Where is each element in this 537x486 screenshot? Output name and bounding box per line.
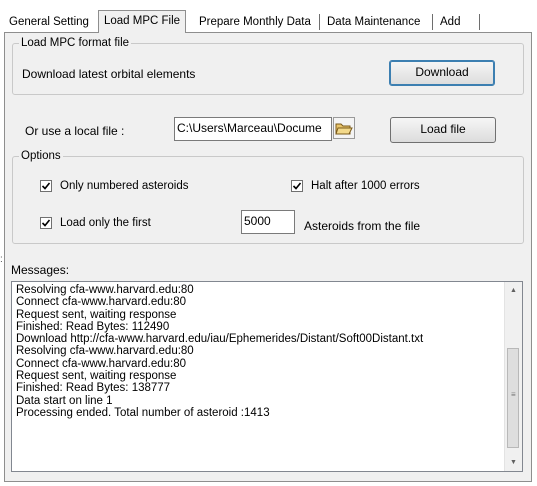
checkbox-box[interactable] (291, 180, 303, 192)
tab-strip: General Setting Load MPC File Prepare Mo… (4, 10, 537, 33)
halt-after-errors-label: Halt after 1000 errors (311, 180, 420, 192)
grip-icon: ≡ (511, 390, 516, 399)
messages-textarea[interactable]: Resolving cfa-www.harvard.edu:80 Connect… (11, 281, 523, 472)
only-numbered-checkbox[interactable]: Only numbered asteroids (40, 180, 188, 192)
scroll-up-arrow-icon[interactable]: ▲ (505, 282, 522, 299)
message-line: Finished: Read Bytes: 138777 (16, 382, 171, 395)
folder-open-icon[interactable] (333, 117, 355, 139)
messages-lines: Resolving cfa-www.harvard.edu:80 Connect… (16, 284, 504, 419)
message-line: Resolving cfa-www.harvard.edu:80 (16, 345, 194, 358)
load-only-first-label: Load only the first (60, 217, 151, 229)
messages-label: Messages: (11, 263, 70, 277)
halt-after-errors-checkbox[interactable]: Halt after 1000 errors (291, 180, 420, 192)
tab-data-maintenance[interactable]: Data Maintenance (322, 12, 425, 32)
message-line: Resolving cfa-www.harvard.edu:80 (16, 284, 194, 296)
load-file-button[interactable]: Load file (390, 117, 496, 143)
checkbox-box[interactable] (40, 180, 52, 192)
message-line: Request sent, waiting response (16, 370, 177, 383)
message-line: Request sent, waiting response (16, 308, 177, 321)
message-line: Download http://cfa-www.harvard.edu/iau/… (16, 333, 424, 346)
messages-scrollbar[interactable]: ▲ ≡ ▼ (504, 282, 522, 471)
edge-mark: : (0, 254, 3, 265)
message-line: Data start on line 1 (16, 394, 113, 407)
message-line: Connect cfa-www.harvard.edu:80 (16, 357, 187, 370)
message-line: Finished: Read Bytes: 112490 (16, 320, 170, 333)
message-line: Processing ended. Total number of astero… (16, 406, 270, 419)
message-line: Connect cfa-www.harvard.edu:80 (16, 296, 187, 309)
tab-panel-load-mpc: Load MPC format file Download latest orb… (4, 32, 532, 482)
tab-prepare-monthly-data[interactable]: Prepare Monthly Data (194, 12, 316, 32)
options-group-title: Options (21, 150, 61, 162)
load-mpc-group-title: Load MPC format file (21, 37, 130, 49)
asteroid-count-input[interactable]: 5000 (241, 210, 295, 234)
tab-general-setting[interactable]: General Setting (4, 12, 94, 32)
only-numbered-label: Only numbered asteroids (60, 180, 189, 192)
checkbox-box[interactable] (40, 217, 52, 229)
download-button[interactable]: Download (389, 60, 495, 86)
tab-separator (319, 14, 320, 30)
tab-load-mpc-file[interactable]: Load MPC File (98, 10, 187, 33)
load-only-first-checkbox[interactable]: Load only the first (40, 217, 151, 229)
scroll-down-arrow-icon[interactable]: ▼ (505, 454, 522, 471)
asteroid-count-suffix: Asteroids from the file (304, 219, 421, 233)
local-file-label: Or use a local file : (25, 124, 125, 138)
tab-separator (432, 14, 433, 30)
local-file-path-input[interactable]: C:\Users\Marceau\Docume (174, 117, 332, 141)
tab-separator (479, 14, 480, 30)
tab-add[interactable]: Add (435, 12, 465, 32)
scrollbar-thumb[interactable]: ≡ (507, 348, 519, 448)
download-description: Download latest orbital elements (22, 67, 196, 81)
